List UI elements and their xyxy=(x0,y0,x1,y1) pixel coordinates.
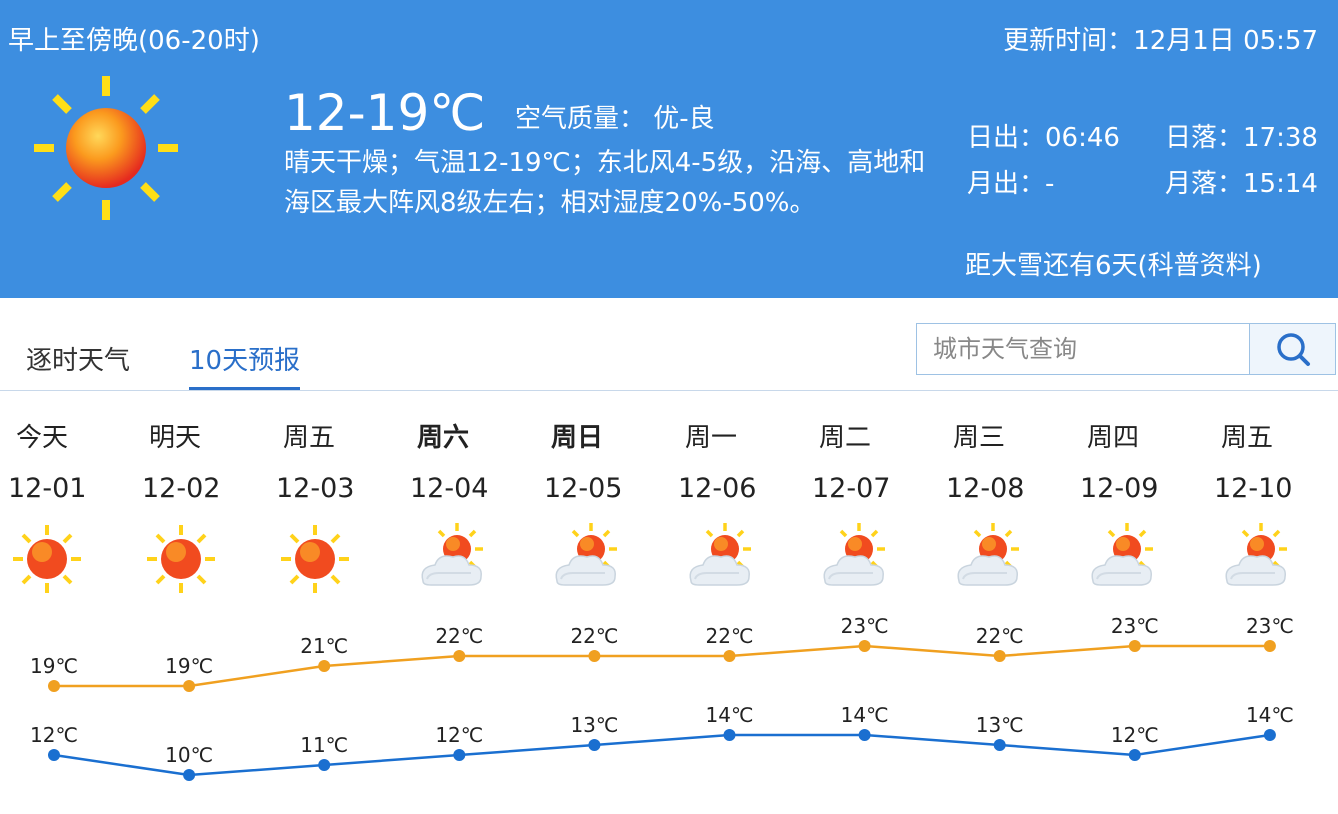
tab-10-day-forecast[interactable]: 10天预报 xyxy=(189,340,301,390)
city-search-input[interactable] xyxy=(917,324,1249,374)
high-temp-label: 19℃ xyxy=(165,654,213,678)
sunset-time: 日落：17:38 xyxy=(1165,123,1318,153)
high-temp-label: 23℃ xyxy=(1246,614,1294,638)
low-temp-label: 11℃ xyxy=(300,733,348,757)
weather-header: 早上至傍晚(06-20时) 更新时间：12月1日 05:57 12-19℃ 空气… xyxy=(0,0,1338,298)
high-temp-label: 19℃ xyxy=(30,654,78,678)
high-temp-line xyxy=(54,644,1270,688)
low-temp-point xyxy=(588,739,601,751)
low-temp-label: 14℃ xyxy=(706,703,754,727)
high-temp-label: 21℃ xyxy=(300,634,348,658)
low-temp-point xyxy=(858,729,871,741)
weather-description: 晴天干燥；气温12-19℃；东北风4-5级，沿海、高地和海区最大阵风8级左右；相… xyxy=(284,148,926,218)
low-temp-label: 12℃ xyxy=(1111,723,1159,747)
low-temp-label: 13℃ xyxy=(976,713,1024,737)
high-temp-label: 22℃ xyxy=(435,624,483,648)
tab-hourly-weather[interactable]: 逐时天气 xyxy=(26,340,130,377)
high-temp-point xyxy=(588,650,601,662)
forecast-period: 早上至傍晚(06-20时) xyxy=(8,26,260,56)
update-time: 更新时间：12月1日 05:57 xyxy=(1003,26,1318,56)
low-temp-label: 12℃ xyxy=(30,723,78,747)
high-temp-point xyxy=(858,640,871,652)
high-temp-label: 23℃ xyxy=(1111,614,1159,638)
high-temp-point xyxy=(1128,640,1141,652)
high-temp-point xyxy=(723,650,736,662)
high-temp-label: 22℃ xyxy=(706,624,754,648)
low-temp-point xyxy=(183,769,196,781)
low-temp-label: 13℃ xyxy=(570,713,618,737)
low-temp-point xyxy=(453,749,466,761)
ten-day-forecast: 今天 12-01 明天 12-02 周五 12-03 周六 12-04 周日 1… xyxy=(0,391,1338,814)
sun-icon xyxy=(34,76,178,220)
low-temp-line xyxy=(53,733,1271,777)
low-temp-point xyxy=(723,729,736,741)
high-temp-point xyxy=(453,650,466,662)
sunrise-time: 日出：06:46 xyxy=(967,123,1120,153)
search-icon xyxy=(1277,333,1310,366)
high-temp-point xyxy=(318,660,331,672)
low-temp-point xyxy=(993,739,1006,751)
low-temp-point xyxy=(1128,749,1141,761)
temperature-chart: 19℃ 19℃ 21℃ 22℃ 22℃ 22℃ 23℃ 22℃ 23℃ 23℃ 12℃ 10℃ 11℃ 1… xyxy=(30,614,1294,781)
low-temp-point xyxy=(1263,729,1276,741)
high-temp-point xyxy=(183,680,196,692)
city-search-box xyxy=(916,323,1336,375)
moonrise-time: 月出：- xyxy=(967,169,1055,199)
low-temp-point xyxy=(318,759,331,771)
low-temp-label: 14℃ xyxy=(1246,703,1294,727)
search-button[interactable] xyxy=(1249,324,1335,374)
low-temp-point xyxy=(48,749,60,761)
high-temp-label: 22℃ xyxy=(976,624,1024,648)
high-temp-label: 23℃ xyxy=(841,614,889,638)
low-temp-label: 14℃ xyxy=(841,703,889,727)
high-temp-point xyxy=(993,650,1006,662)
high-temp-point xyxy=(1263,640,1276,652)
air-quality: 空气质量： 优-良 xyxy=(515,104,715,134)
solar-term-countdown-link[interactable]: 距大雪还有6天(科普资料) xyxy=(965,245,1262,282)
low-temp-label: 12℃ xyxy=(435,723,483,747)
tab-bar: 逐时天气 10天预报 xyxy=(0,298,1338,391)
high-temp-label: 22℃ xyxy=(570,624,618,648)
high-temp-point xyxy=(48,680,60,692)
moonset-time: 月落：15:14 xyxy=(1165,169,1318,199)
temperature-range: 12-19℃ xyxy=(284,84,486,142)
low-temp-label: 10℃ xyxy=(165,743,213,767)
